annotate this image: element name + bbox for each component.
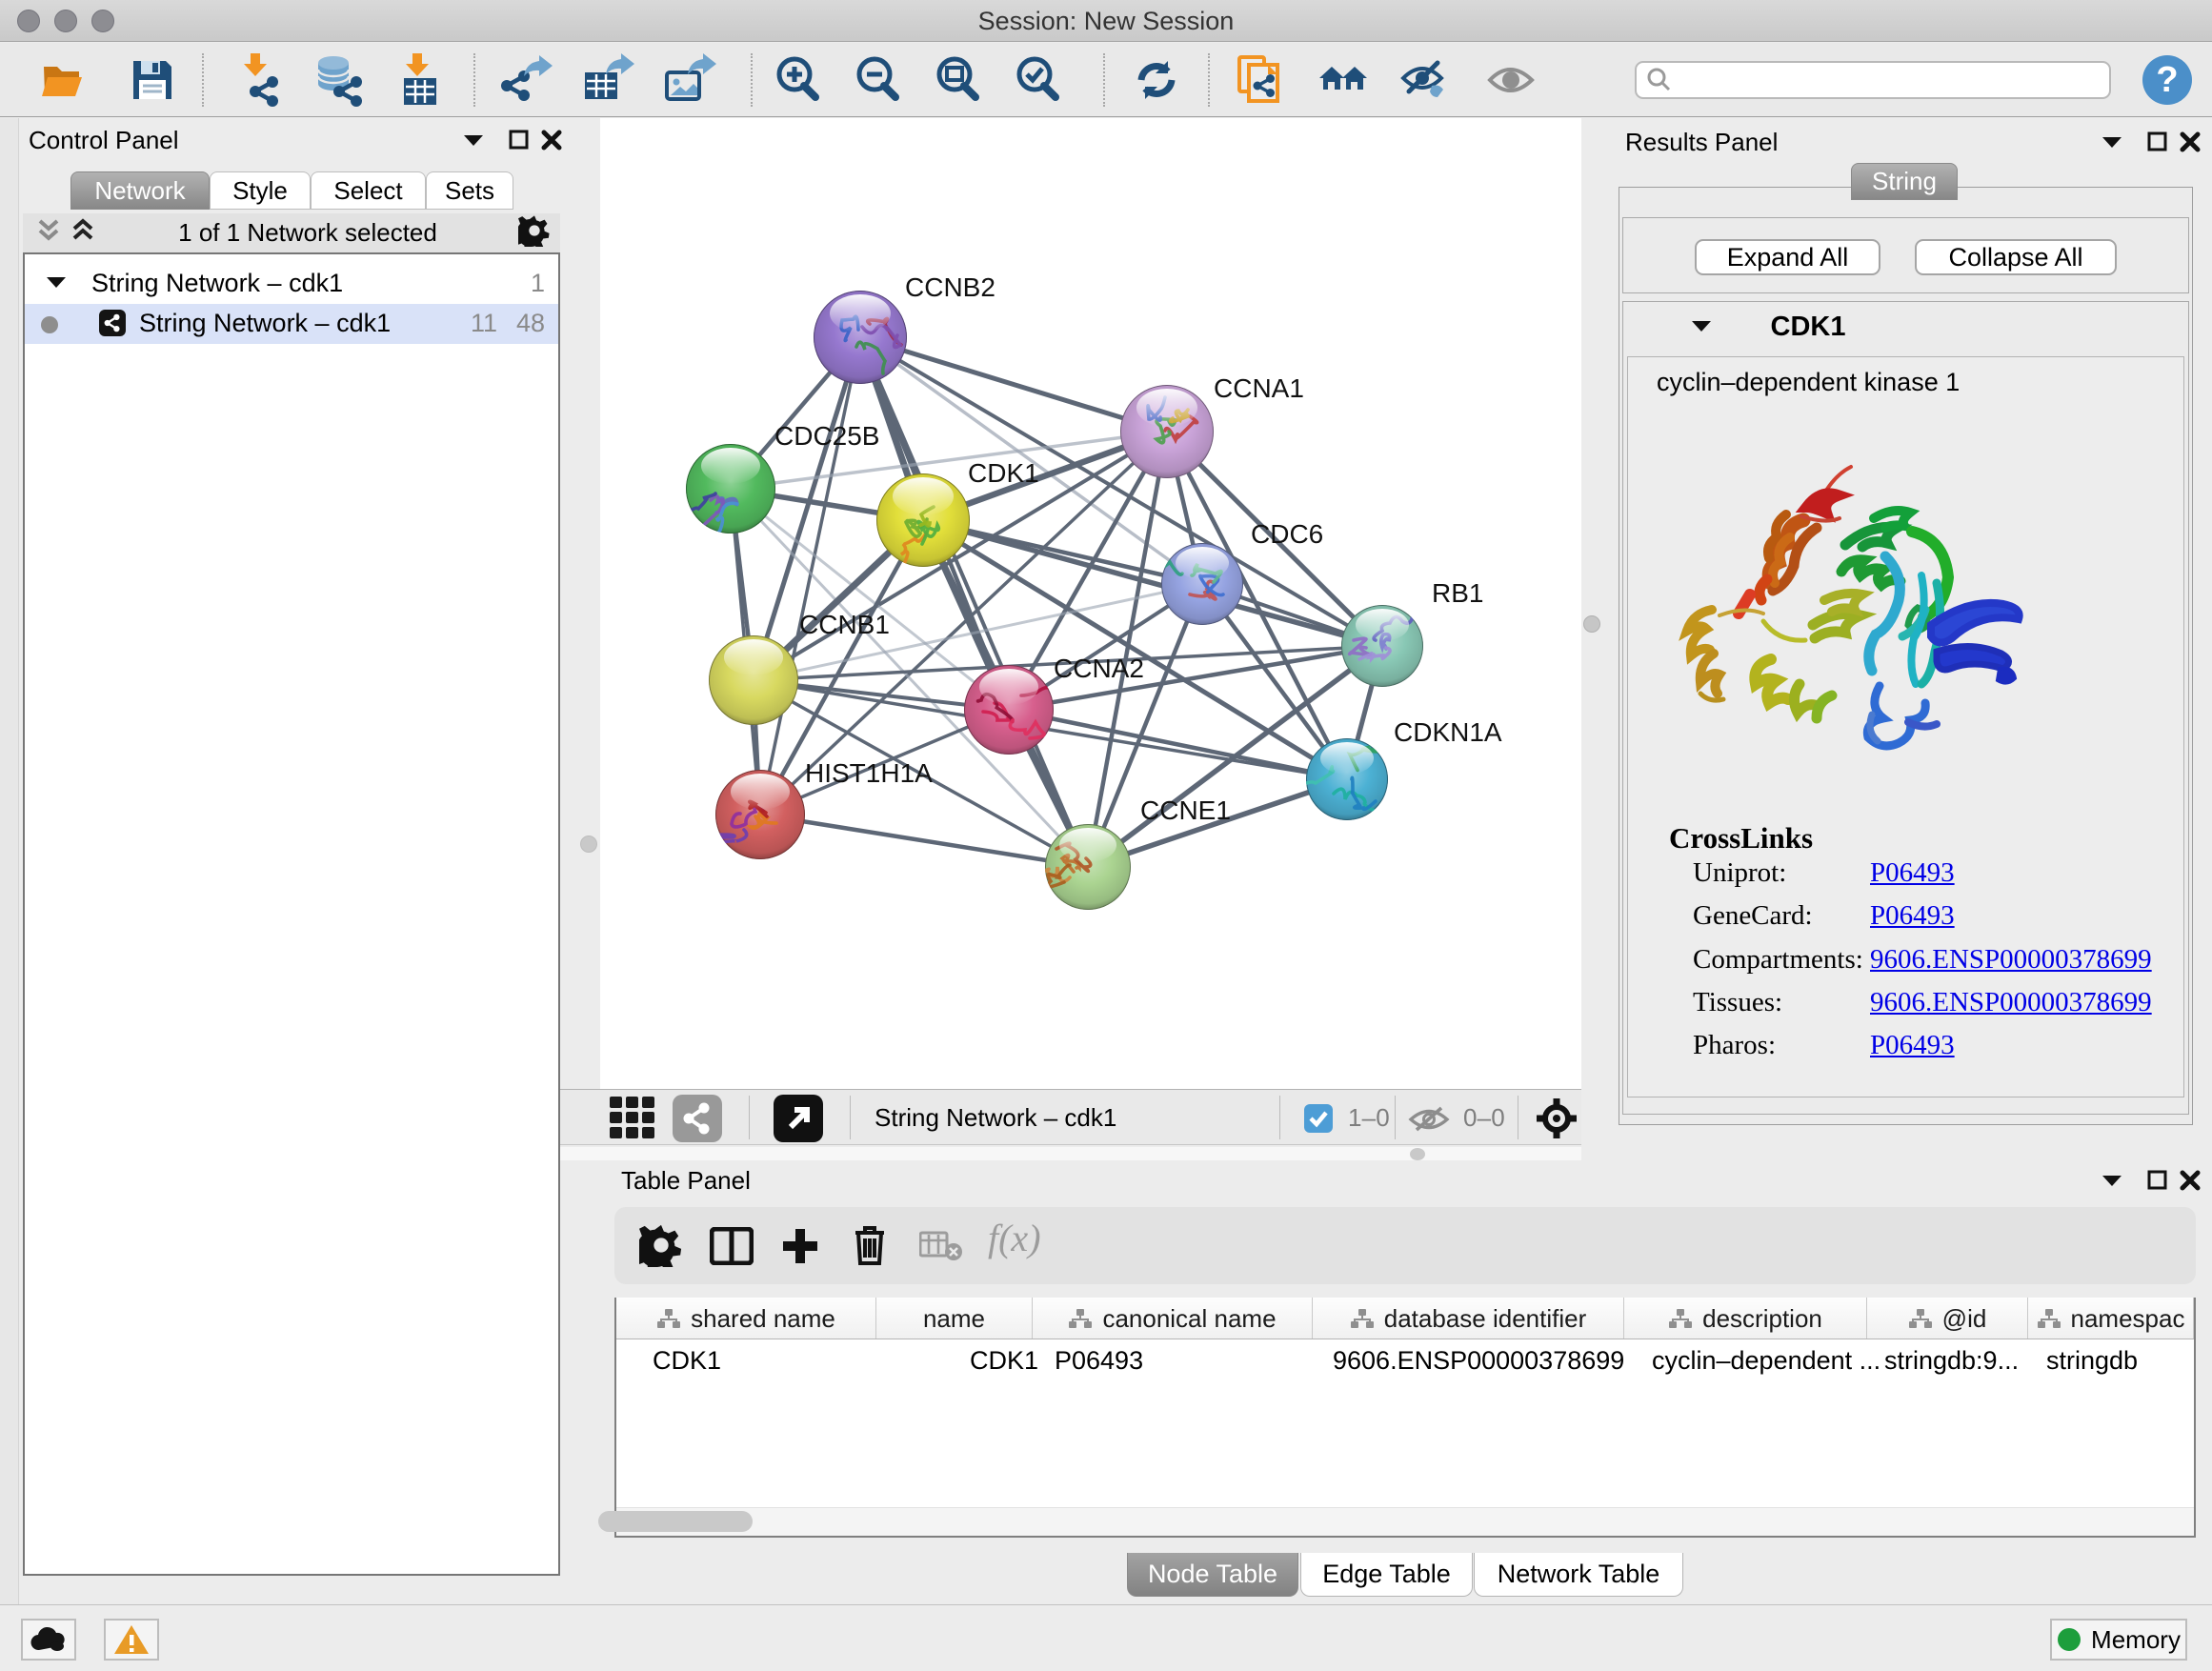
svg-text:CCNE1: CCNE1 [1140,795,1231,825]
svg-text:CDC6: CDC6 [1251,519,1323,549]
svg-text:CCNA1: CCNA1 [1214,373,1304,403]
svg-text:CDKN1A: CDKN1A [1394,717,1502,747]
svg-text:HIST1H1A: HIST1H1A [805,758,933,788]
svg-text:RB1: RB1 [1432,578,1483,608]
svg-text:CCNB1: CCNB1 [799,610,890,639]
svg-text:CDK1: CDK1 [968,458,1039,488]
svg-text:CCNA2: CCNA2 [1054,654,1144,683]
svg-text:CDC25B: CDC25B [774,421,879,451]
svg-text:CCNB2: CCNB2 [905,272,995,302]
